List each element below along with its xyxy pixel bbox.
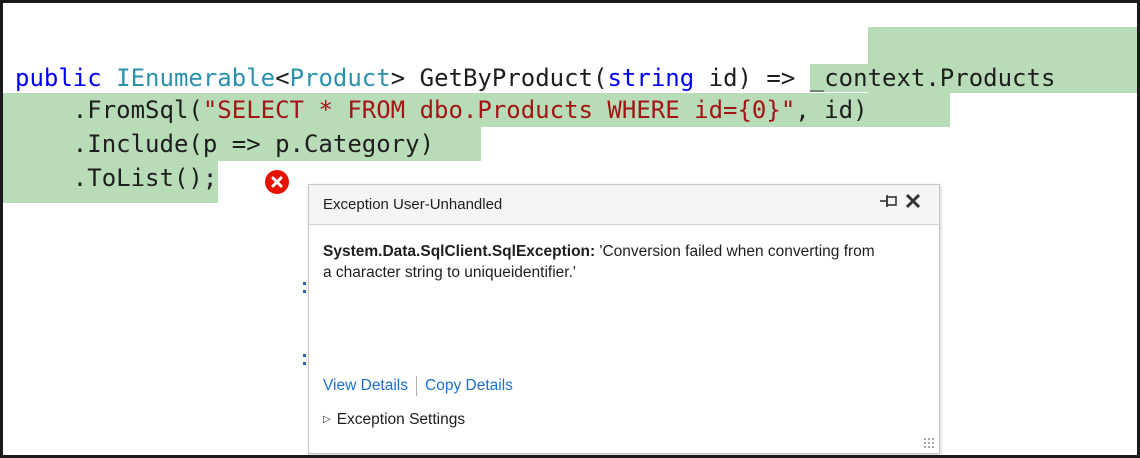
exception-message: System.Data.SqlClient.SqlException: 'Con… bbox=[323, 241, 883, 283]
exception-settings-label: Exception Settings bbox=[336, 411, 466, 428]
link-divider bbox=[416, 376, 418, 396]
hidden-code-fragment bbox=[303, 362, 306, 365]
code-line-4[interactable]: .ToList(); bbox=[15, 161, 218, 195]
resize-grip-icon[interactable] bbox=[923, 437, 935, 449]
hidden-code-fragment bbox=[303, 282, 306, 285]
expand-triangle-icon: ▷ bbox=[323, 414, 331, 425]
details-links: View Details Copy Details bbox=[323, 376, 513, 396]
exception-popup-title: Exception User-Unhandled bbox=[323, 196, 503, 213]
close-icon[interactable] bbox=[905, 190, 921, 214]
hidden-code-fragment bbox=[303, 290, 306, 293]
exception-popup: Exception User-Unhandled System.Data.Sql… bbox=[308, 184, 940, 454]
code-line-1[interactable]: public IEnumerable<Product> GetByProduct… bbox=[15, 61, 1056, 95]
view-details-link[interactable]: View Details bbox=[323, 377, 408, 394]
copy-details-link[interactable]: Copy Details bbox=[425, 377, 513, 394]
pin-icon[interactable] bbox=[879, 194, 899, 212]
code-editor-frame: public IEnumerable<Product> GetByProduct… bbox=[0, 0, 1140, 458]
exception-settings-toggle[interactable]: ▷ Exception Settings bbox=[323, 411, 465, 429]
exception-type: System.Data.SqlClient.SqlException: bbox=[323, 243, 596, 260]
code-line-3[interactable]: .Include(p => p.Category) bbox=[15, 127, 434, 161]
error-circle-x-icon[interactable] bbox=[265, 170, 289, 194]
exception-popup-header: Exception User-Unhandled bbox=[309, 185, 939, 225]
hidden-code-fragment bbox=[303, 354, 306, 357]
code-line-2[interactable]: .FromSql("SELECT * FROM dbo.Products WHE… bbox=[15, 93, 868, 127]
